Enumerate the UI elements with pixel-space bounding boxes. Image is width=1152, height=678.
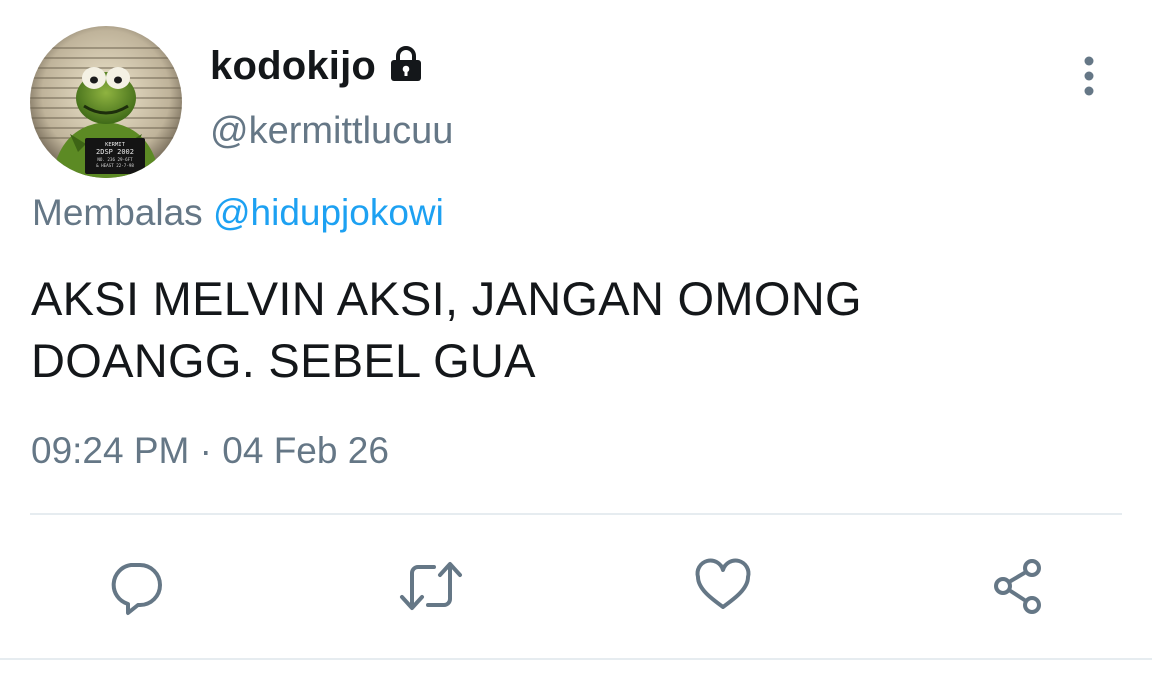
reply-icon: [104, 555, 166, 622]
tweet-text: AKSI MELVIN AKSI, JANGAN OMONG DOANGG. S…: [31, 272, 862, 387]
retweet-button[interactable]: [391, 548, 471, 628]
user-name-row[interactable]: kodokijo: [210, 38, 426, 94]
timestamp-separator: ·: [199, 430, 212, 471]
avatar[interactable]: KERMIT 2DSP 2002 NO. 236 29-6FT & HEAST …: [30, 26, 182, 178]
retweet-icon: [396, 555, 466, 622]
like-button[interactable]: [683, 548, 763, 628]
tweet-timestamp: 09:24 PM · 04 Feb 26: [31, 430, 389, 472]
divider: [30, 513, 1122, 515]
reply-mention-link[interactable]: @hidupjokowi: [213, 192, 444, 233]
display-name[interactable]: kodokijo: [210, 44, 376, 89]
replying-to: Membalas @hidupjokowi: [32, 192, 444, 234]
share-icon: [987, 555, 1049, 622]
tweet-date: 04 Feb 26: [222, 430, 389, 471]
like-icon: [692, 555, 754, 622]
lock-icon: [386, 44, 426, 84]
divider: [0, 658, 1152, 660]
user-handle[interactable]: @kermittlucuu: [210, 110, 453, 153]
avatar-sign-line: NO. 236 29-6FT: [97, 157, 133, 162]
avatar-sign-line: & HEAST 22-7-98: [96, 163, 134, 168]
reply-prefix: Membalas: [32, 192, 203, 233]
reply-button[interactable]: [95, 548, 175, 628]
share-button[interactable]: [978, 548, 1058, 628]
avatar-sign-line: 2DSP 2002: [96, 148, 134, 156]
tweet-time: 09:24 PM: [31, 430, 190, 471]
more-options-icon[interactable]: [1072, 52, 1106, 100]
action-bar: [0, 548, 1152, 628]
